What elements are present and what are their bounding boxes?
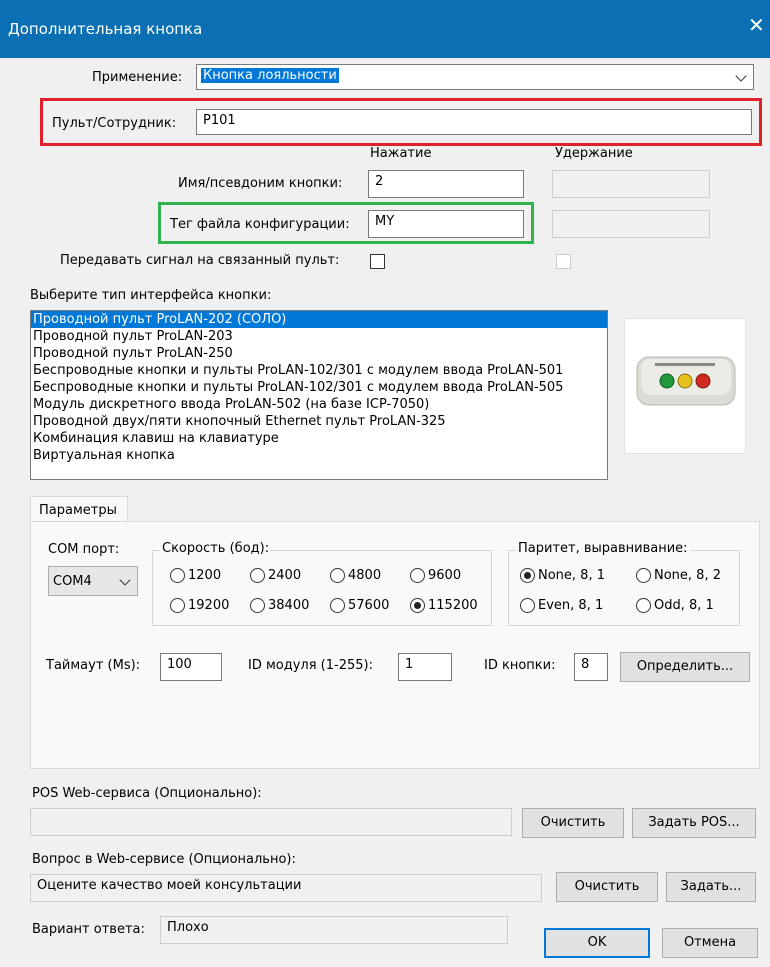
radio-icon bbox=[636, 598, 651, 613]
parity-radio-none-8-2[interactable]: None, 8, 2 bbox=[636, 568, 721, 583]
forward-signal-hold-checkbox[interactable] bbox=[556, 254, 571, 269]
window-title: Дополнительная кнопка bbox=[8, 20, 203, 38]
cancel-button[interactable]: Отмена bbox=[662, 928, 758, 958]
com-port-label: COM порт: bbox=[48, 542, 120, 557]
chevron-down-icon bbox=[735, 70, 747, 82]
speed-radio-115200[interactable]: 115200 bbox=[410, 598, 478, 613]
interface-item[interactable]: Проводной пульт ProLAN-250 bbox=[31, 345, 607, 362]
parity-group bbox=[508, 550, 740, 626]
button-name-label: Имя/псевдоним кнопки: bbox=[178, 176, 343, 191]
radio-icon bbox=[170, 568, 185, 583]
speed-label: Скорость (бод): bbox=[160, 541, 272, 556]
radio-icon bbox=[170, 598, 185, 613]
interface-item[interactable]: Проводной двух/пяти кнопочный Ethernet п… bbox=[31, 413, 607, 430]
com-port-value: COM4 bbox=[53, 574, 92, 589]
application-label: Применение: bbox=[92, 70, 183, 85]
application-value: Кнопка лояльности bbox=[201, 68, 339, 83]
question-clear-button[interactable]: Очистить bbox=[556, 872, 658, 902]
parity-radio-odd-8-1[interactable]: Odd, 8, 1 bbox=[636, 598, 714, 613]
title-bar: Дополнительная кнопка ✕ bbox=[0, 0, 770, 58]
remote-device-icon bbox=[636, 356, 736, 406]
button-name-press-input[interactable]: 2 bbox=[368, 170, 524, 198]
device-image bbox=[624, 318, 746, 454]
interface-item[interactable]: Проводной пульт ProLAN-202 (СОЛО) bbox=[31, 311, 607, 328]
interface-item[interactable]: Беспроводные кнопки и пульты ProLAN-102/… bbox=[31, 362, 607, 379]
button-id-input[interactable]: 8 bbox=[574, 653, 608, 681]
parity-radio-even-8-1[interactable]: Even, 8, 1 bbox=[520, 598, 603, 613]
radio-icon bbox=[250, 598, 265, 613]
speed-radio-2400[interactable]: 2400 bbox=[250, 568, 301, 583]
answer-label: Вариант ответа: bbox=[32, 922, 145, 937]
com-port-select[interactable]: COM4 bbox=[48, 566, 138, 596]
interface-item[interactable]: Комбинация клавиш на клавиатуре bbox=[31, 430, 607, 447]
radio-selected-icon bbox=[410, 598, 425, 613]
console-input[interactable]: P101 bbox=[196, 109, 752, 135]
module-id-label: ID модуля (1-255): bbox=[248, 658, 373, 673]
speed-radio-1200[interactable]: 1200 bbox=[170, 568, 221, 583]
pos-set-button[interactable]: Задать POS... bbox=[632, 808, 756, 838]
ok-button[interactable]: OK bbox=[544, 928, 650, 958]
pos-input[interactable] bbox=[30, 808, 512, 836]
interface-list[interactable]: Проводной пульт ProLAN-202 (СОЛО) Провод… bbox=[30, 310, 608, 480]
module-id-input[interactable]: 1 bbox=[398, 653, 452, 681]
forward-signal-press-checkbox[interactable] bbox=[370, 254, 385, 269]
radio-icon bbox=[520, 598, 535, 613]
pos-label: POS Web-сервиса (Опционально): bbox=[32, 786, 262, 801]
radio-icon bbox=[330, 568, 345, 583]
press-header: Нажатие bbox=[370, 146, 432, 161]
radio-icon bbox=[330, 598, 345, 613]
config-tag-press-input[interactable]: MY bbox=[368, 210, 524, 238]
radio-selected-icon bbox=[520, 568, 535, 583]
interface-item[interactable]: Модуль дискретного ввода ProLAN-502 (на … bbox=[31, 396, 607, 413]
speed-radio-9600[interactable]: 9600 bbox=[410, 568, 461, 583]
pos-clear-button[interactable]: Очистить bbox=[522, 808, 624, 838]
button-id-label: ID кнопки: bbox=[484, 658, 556, 673]
application-select[interactable]: Кнопка лояльности bbox=[196, 64, 754, 90]
interface-label: Выберите тип интерфейса кнопки: bbox=[30, 288, 272, 303]
button-name-hold-input[interactable] bbox=[552, 170, 710, 198]
speed-radio-38400[interactable]: 38400 bbox=[250, 598, 309, 613]
timeout-input[interactable]: 100 bbox=[160, 653, 222, 681]
hold-header: Удержание bbox=[555, 146, 633, 161]
radio-icon bbox=[636, 568, 651, 583]
forward-signal-label: Передавать сигнал на связанный пульт: bbox=[60, 253, 340, 268]
radio-icon bbox=[250, 568, 265, 583]
parity-radio-none-8-1[interactable]: None, 8, 1 bbox=[520, 568, 605, 583]
timeout-label: Таймаут (Ms): bbox=[46, 658, 141, 673]
question-label: Вопрос в Web-сервисе (Опционально): bbox=[32, 852, 296, 867]
speed-radio-57600[interactable]: 57600 bbox=[330, 598, 389, 613]
close-icon[interactable]: ✕ bbox=[748, 15, 765, 35]
radio-icon bbox=[410, 568, 425, 583]
tab-parameters[interactable]: Параметры bbox=[30, 496, 128, 522]
config-tag-hold-input[interactable] bbox=[552, 210, 710, 238]
question-input[interactable]: Оцените качество моей консультации bbox=[30, 874, 542, 902]
interface-item[interactable]: Виртуальная кнопка bbox=[31, 447, 607, 464]
speed-group bbox=[152, 550, 492, 626]
config-tag-label: Тег файла конфигурации: bbox=[170, 217, 350, 232]
interface-item[interactable]: Проводной пульт ProLAN-203 bbox=[31, 328, 607, 345]
answer-input[interactable]: Плохо bbox=[160, 916, 508, 944]
detect-button[interactable]: Определить... bbox=[620, 652, 750, 682]
speed-radio-19200[interactable]: 19200 bbox=[170, 598, 229, 613]
parity-label: Паритет, выравнивание: bbox=[516, 541, 690, 556]
speed-radio-4800[interactable]: 4800 bbox=[330, 568, 381, 583]
question-set-button[interactable]: Задать... bbox=[666, 872, 756, 902]
chevron-down-icon bbox=[119, 574, 131, 586]
interface-item[interactable]: Беспроводные кнопки и пульты ProLAN-102/… bbox=[31, 379, 607, 396]
console-label: Пульт/Сотрудник: bbox=[52, 116, 177, 131]
